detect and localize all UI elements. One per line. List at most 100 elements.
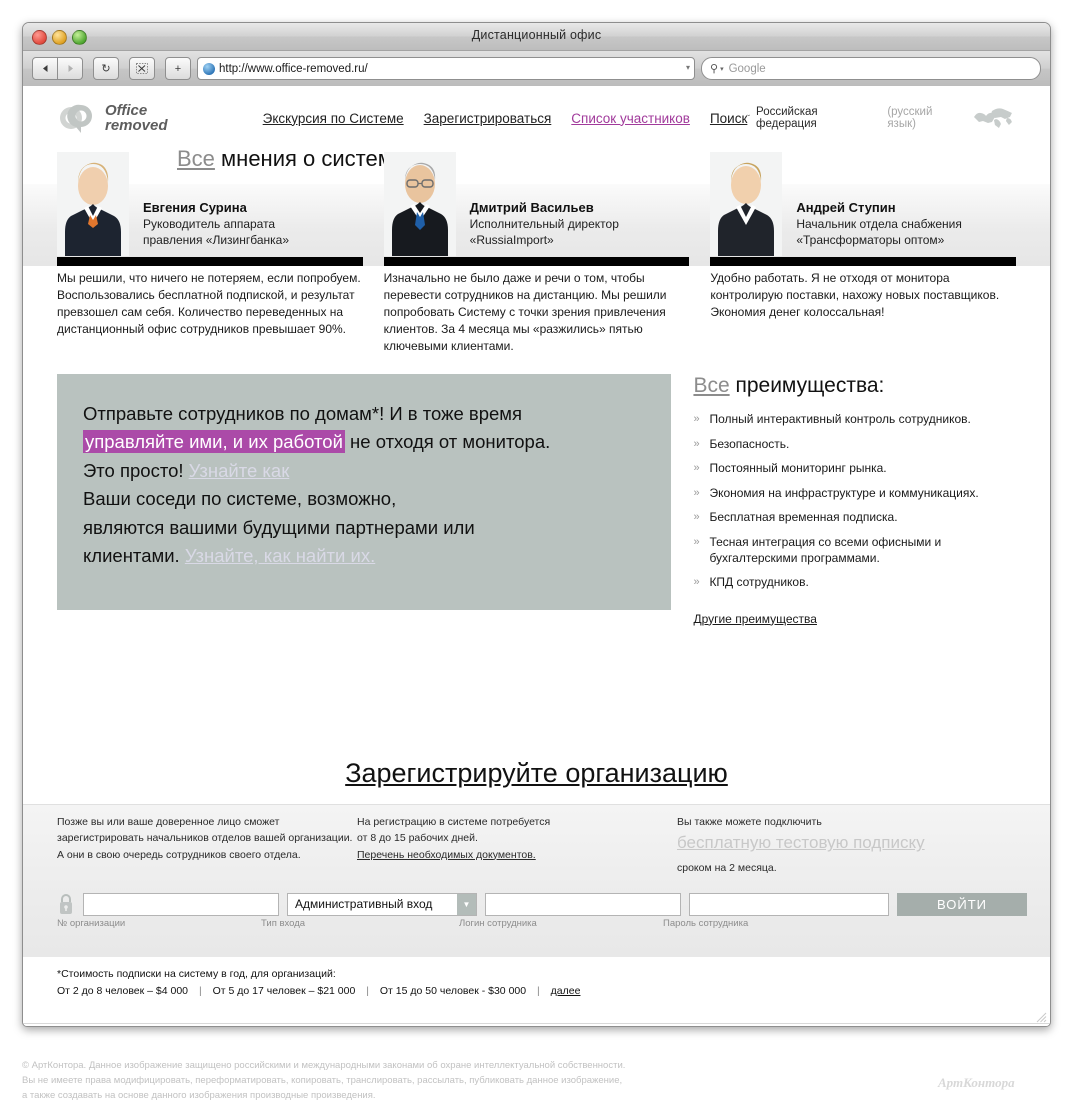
testimonial-name: Евгения Сурина	[143, 200, 247, 216]
main-nav: Экскурсия по Системе Зарегистрироваться …	[263, 111, 748, 126]
advantages-heading-rest: преимущества:	[735, 374, 885, 397]
list-item: Полный интерактивный контроль сотруднико…	[693, 412, 1016, 428]
nav-button-group	[32, 57, 83, 80]
avatar	[383, 152, 456, 256]
disclaimer-line-2: Вы не имеете права модифицировать, переф…	[22, 1075, 623, 1087]
testimonials-row: Евгения Сурина Руководитель аппарата пра…	[23, 148, 1050, 266]
back-arrow-icon	[42, 65, 47, 72]
address-bar[interactable]: http://www.office-removed.ru/ ▾	[197, 57, 695, 80]
promo-line-2: управляйте ими, и их работой не отходя о…	[83, 428, 671, 456]
back-button[interactable]	[32, 57, 58, 80]
testimonial-card: Евгения Сурина Руководитель аппарата пра…	[57, 148, 363, 266]
testimonial-bodies: Мы решили, что ничего не потеряем, если …	[23, 270, 1050, 355]
list-item: Постоянный мониторинг рынка.	[693, 461, 1016, 477]
search-engine-dropdown-icon[interactable]: ▾	[720, 65, 724, 73]
pricing-separator: |	[366, 985, 369, 997]
site-logo[interactable]: Office removed	[57, 101, 247, 133]
search-bar[interactable]: ⚲ ▾ Google	[701, 57, 1041, 80]
search-input[interactable]: Google	[729, 63, 766, 75]
logo-mark-icon	[57, 103, 97, 133]
language-selector[interactable]: ˇ Российская федерация (русский язык)	[747, 105, 1016, 131]
promo-line-4: Ваши соседи по системе, возможно,	[83, 488, 397, 510]
advantages-heading: Все преимущества:	[693, 374, 1016, 398]
nav-item-tour[interactable]: Экскурсия по Системе	[263, 111, 404, 126]
registration-col-3-line1: Вы также можете подключить	[677, 816, 822, 828]
logo-line-1: Office	[105, 101, 148, 119]
registration-col-3-line2: сроком на 2 месяца.	[677, 862, 777, 875]
window-resize-handle[interactable]	[1036, 1012, 1047, 1023]
registration-col-2-line1: На регистрацию в системе потребуется	[357, 816, 551, 828]
login-type-value: Административный вход	[295, 897, 433, 911]
forward-arrow-icon	[68, 65, 73, 72]
stop-scissors-icon	[136, 63, 148, 74]
free-trial-subscription-link[interactable]: бесплатную тестовую подписку	[677, 832, 1007, 854]
address-dropdown-icon[interactable]: ▾	[686, 63, 690, 72]
reload-button[interactable]: ↻	[93, 57, 119, 80]
pricing-separator: |	[537, 985, 540, 997]
advantages-more-link[interactable]: Другие преимущества	[693, 612, 817, 626]
registration-col-3: Вы также можете подключить бесплатную те…	[677, 814, 1007, 877]
avatar	[710, 152, 783, 256]
testimonial-underbar	[57, 257, 363, 266]
promo-panel: Отправьте сотрудников по домам*! И в тож…	[57, 374, 672, 610]
favicon-icon	[203, 62, 215, 75]
nav-item-search[interactable]: Поиск	[710, 111, 747, 126]
add-bookmark-button[interactable]: +	[165, 57, 191, 80]
login-form: Административный вход ▼ ВОЙТИ	[57, 892, 1027, 916]
chevron-down-icon: ˇ	[747, 113, 751, 123]
pricing-separator: |	[198, 985, 202, 997]
pricing-tiers: От 2 до 8 человек – $4 000 | От 5 до 17 …	[57, 985, 1016, 997]
language-country: Российская федерация	[756, 106, 818, 130]
pricing-more-link[interactable]: далее	[551, 985, 581, 997]
employee-password-input[interactable]	[689, 892, 889, 916]
registration-heading-text: Зарегистрируйте организацию	[345, 758, 728, 788]
world-map-icon	[974, 108, 1013, 128]
organization-number-label: № организации	[57, 918, 126, 929]
testimonial-underbar	[383, 257, 690, 266]
forward-button[interactable]	[58, 57, 83, 80]
testimonial-person: Евгения Сурина Руководитель аппарата пра…	[143, 200, 289, 248]
logo-wordmark: Office removed	[105, 101, 168, 133]
list-item: Бесплатная временная подписка.	[693, 510, 1016, 526]
advantages-list: Полный интерактивный контроль сотруднико…	[693, 412, 1016, 591]
avatar	[57, 152, 129, 256]
registration-columns: Позже вы или ваше доверенное лицо сможет…	[23, 814, 1050, 877]
page-content: Office removed Экскурсия по Системе Заре…	[23, 86, 1050, 1026]
testimonial-role-line1: Исполнительный директор	[469, 217, 619, 232]
advantages-all-link[interactable]: Все	[693, 374, 729, 397]
required-documents-link[interactable]: Перечень необходимых документов.	[357, 849, 536, 861]
nav-item-register[interactable]: Зарегистрироваться	[424, 111, 552, 126]
testimonial-role-line2: «Трансформаторы оптом»	[796, 232, 945, 247]
language-native: (русский язык)	[887, 106, 933, 130]
promo-line-6: клиентами. Узнайте, как найти их.	[83, 542, 671, 570]
registration-col-2: На регистрацию в системе потребуется от …	[357, 814, 677, 877]
nav-item-participants[interactable]: Список участников	[571, 111, 690, 126]
plus-icon: +	[174, 62, 182, 75]
pricing-tier: От 2 до 8 человек – $4 000	[57, 985, 189, 997]
testimonial-card: Андрей Ступин Начальник отдела снабжения…	[710, 148, 1017, 266]
reload-icon: ↻	[101, 63, 111, 75]
login-field-labels: № организации Тип входа Логин сотрудника…	[57, 918, 871, 929]
promo-learn-how-link[interactable]: Узнайте как	[189, 460, 290, 481]
promo-line-2-rest: не отходя от монитора.	[344, 431, 551, 453]
employee-login-label: Логин сотрудника	[459, 918, 537, 929]
employee-login-input[interactable]	[485, 892, 681, 916]
lock-icon	[60, 894, 72, 914]
testimonial-body: Мы решили, что ничего не потеряем, если …	[57, 271, 361, 337]
testimonial-underbar	[710, 257, 1017, 266]
watermark: АртКонтора	[938, 1075, 1015, 1090]
testimonial-name: Дмитрий Васильев	[469, 200, 594, 216]
list-item: Экономия на инфраструктуре и коммуникаци…	[693, 486, 1016, 502]
promo-find-them-link[interactable]: Узнайте, как найти их.	[185, 545, 375, 566]
chevron-down-icon[interactable]: ▼	[457, 893, 476, 915]
login-submit-button[interactable]: ВОЙТИ	[897, 892, 1027, 916]
organization-number-input[interactable]	[83, 892, 279, 916]
stop-button[interactable]	[129, 57, 155, 80]
footer-divider	[23, 1023, 1050, 1024]
promo-line-5: являются вашими будущими партнерами или	[83, 516, 475, 538]
registration-heading[interactable]: Зарегистрируйте организацию	[23, 758, 1050, 789]
employee-password-label: Пароль сотрудника	[663, 918, 749, 929]
pricing-note: *Стоимость подписки на систему в год, дл…	[23, 968, 1050, 997]
login-type-select[interactable]: Административный вход ▼	[287, 892, 477, 916]
promo-line-1: Отправьте сотрудников по домам*! И в тож…	[83, 403, 523, 424]
